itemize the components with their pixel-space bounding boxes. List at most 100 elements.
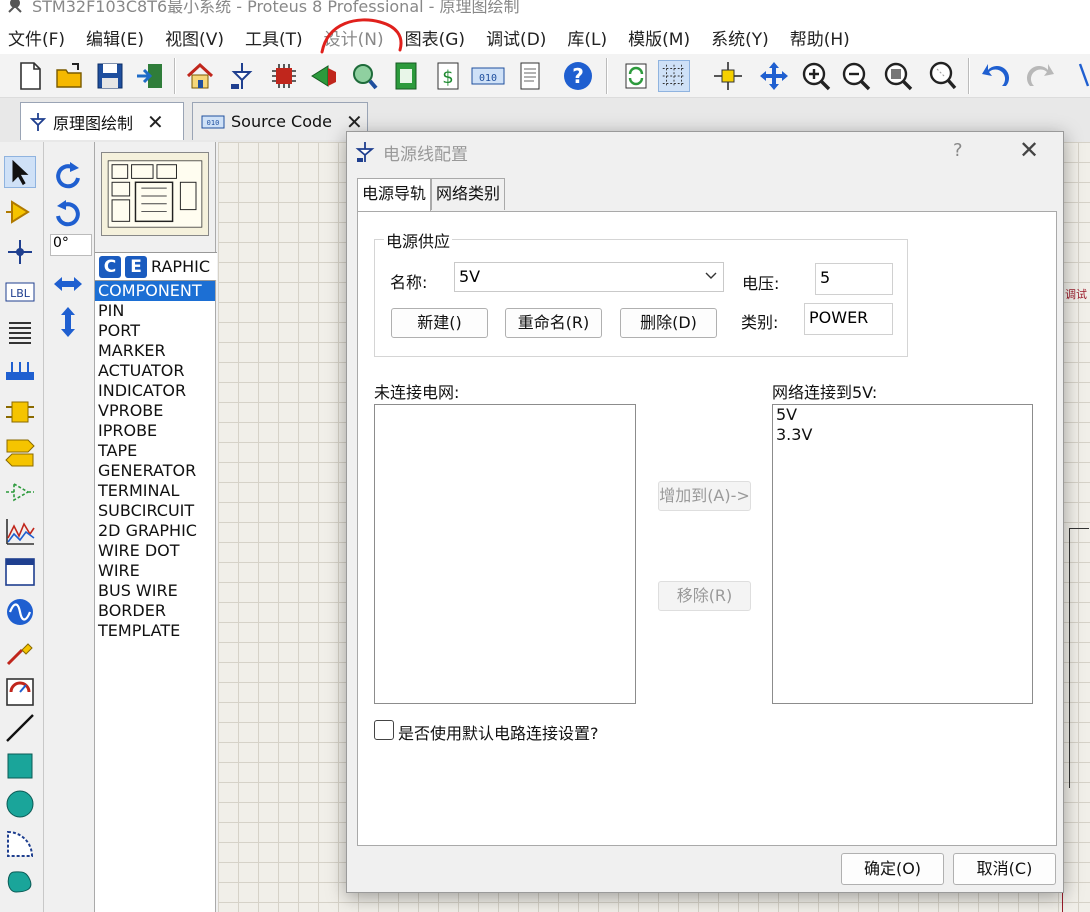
unconnected-nets-list[interactable] bbox=[374, 404, 636, 704]
use-default-connection-checkbox[interactable] bbox=[374, 720, 394, 740]
home-icon[interactable] bbox=[184, 60, 216, 92]
undo-icon[interactable] bbox=[980, 60, 1012, 92]
net-list-item[interactable]: 5V bbox=[773, 405, 1032, 425]
tab-source-code[interactable]: 010 Source Code ✕ bbox=[192, 102, 368, 140]
help-question-icon[interactable]: ? bbox=[953, 140, 963, 161]
object-list-item[interactable]: BUS WIRE bbox=[95, 581, 215, 601]
open-folder-icon[interactable] bbox=[54, 60, 86, 92]
delete-supply-button[interactable]: 删除(D) bbox=[620, 308, 717, 338]
menu-system[interactable]: 系统(Y) bbox=[711, 25, 769, 50]
terminal-icon[interactable] bbox=[4, 436, 36, 468]
mirror-vertical-icon[interactable] bbox=[52, 306, 84, 338]
supply-name-select[interactable]: 5V bbox=[454, 262, 724, 292]
object-list-item[interactable]: BORDER bbox=[95, 601, 215, 621]
menu-debug[interactable]: 调试(D) bbox=[486, 25, 546, 50]
rename-supply-button[interactable]: 重命名(R) bbox=[505, 308, 602, 338]
generator-icon[interactable] bbox=[4, 596, 36, 628]
rotation-angle-field[interactable]: 0° bbox=[50, 234, 92, 256]
object-list-item[interactable]: GENERATOR bbox=[95, 461, 215, 481]
zoom-all-icon[interactable] bbox=[882, 60, 914, 92]
object-list-item[interactable]: INDICATOR bbox=[95, 381, 215, 401]
menu-help[interactable]: 帮助(H) bbox=[790, 25, 850, 50]
origin-icon[interactable] bbox=[712, 60, 744, 92]
connected-nets-list[interactable]: 5V 3.3V bbox=[772, 404, 1033, 704]
graph-icon[interactable] bbox=[4, 516, 36, 548]
cancel-button[interactable]: 取消(C) bbox=[953, 853, 1056, 885]
close-icon[interactable]: ✕ bbox=[1019, 136, 1039, 164]
gerber-icon[interactable] bbox=[348, 60, 380, 92]
object-list-item[interactable]: MARKER bbox=[95, 341, 215, 361]
object-list-item[interactable]: TERMINAL bbox=[95, 481, 215, 501]
tab-schematic[interactable]: 原理图绘制 ✕ bbox=[20, 102, 184, 140]
design-explorer-icon[interactable] bbox=[390, 60, 422, 92]
ok-button[interactable]: 确定(O) bbox=[841, 853, 944, 885]
device-pin-icon[interactable] bbox=[4, 476, 36, 508]
source-code-icon[interactable]: 010 bbox=[470, 60, 506, 92]
junction-dot-icon[interactable] bbox=[4, 236, 36, 268]
zoom-area-icon[interactable] bbox=[926, 60, 958, 92]
help-icon[interactable]: ? bbox=[562, 60, 594, 92]
tab-power-rails[interactable]: 电源导轨 bbox=[357, 178, 432, 212]
add-to-button[interactable]: 增加到(A)-> bbox=[658, 481, 751, 511]
pick-devices-button[interactable]: C bbox=[99, 255, 121, 278]
grid-icon[interactable] bbox=[658, 60, 690, 92]
cut-icon[interactable] bbox=[1070, 60, 1090, 92]
menu-graph[interactable]: 图表(G) bbox=[405, 25, 465, 50]
import-icon[interactable] bbox=[134, 60, 166, 92]
closed-path-icon[interactable] bbox=[4, 866, 36, 898]
object-list-item[interactable]: TAPE bbox=[95, 441, 215, 461]
voltage-input[interactable]: 5 bbox=[815, 263, 893, 295]
mirror-horizontal-icon[interactable] bbox=[52, 268, 84, 300]
close-icon[interactable]: ✕ bbox=[346, 110, 363, 134]
object-list-item[interactable]: WIRE bbox=[95, 561, 215, 581]
save-icon[interactable] bbox=[94, 60, 126, 92]
overview-preview[interactable] bbox=[101, 152, 209, 236]
library-manager-button[interactable]: E bbox=[125, 255, 147, 278]
object-list-item[interactable]: IPROBE bbox=[95, 421, 215, 441]
new-file-icon[interactable] bbox=[14, 60, 46, 92]
virtual-instrument-icon[interactable] bbox=[4, 676, 36, 708]
object-list-item[interactable]: VPROBE bbox=[95, 401, 215, 421]
active-popup-icon[interactable] bbox=[4, 556, 36, 588]
menu-design[interactable]: 设计(N) bbox=[324, 25, 384, 50]
object-list-item[interactable]: SUBCIRCUIT bbox=[95, 501, 215, 521]
circle-icon[interactable] bbox=[4, 788, 36, 820]
close-icon[interactable]: ✕ bbox=[147, 110, 164, 134]
schematic-icon[interactable] bbox=[226, 60, 258, 92]
pcb-icon[interactable] bbox=[268, 60, 300, 92]
bus-icon[interactable] bbox=[4, 356, 36, 388]
notes-icon[interactable] bbox=[514, 60, 546, 92]
class-input[interactable]: POWER bbox=[804, 303, 893, 335]
component-mode-icon[interactable] bbox=[4, 196, 36, 228]
new-supply-button[interactable]: 新建() bbox=[391, 308, 488, 338]
box-icon[interactable] bbox=[4, 750, 36, 782]
redo-icon[interactable] bbox=[1024, 60, 1056, 92]
object-list-item[interactable]: TEMPLATE bbox=[95, 621, 215, 641]
menu-view[interactable]: 视图(V) bbox=[165, 25, 224, 50]
menu-template[interactable]: 模版(M) bbox=[628, 25, 690, 50]
net-list-item[interactable]: 3.3V bbox=[773, 425, 1032, 445]
object-list-item[interactable]: 2D GRAPHIC bbox=[95, 521, 215, 541]
wire-label-icon[interactable]: LBL bbox=[4, 276, 36, 308]
remove-button[interactable]: 移除(R) bbox=[658, 581, 751, 611]
refresh-icon[interactable] bbox=[620, 60, 652, 92]
menu-file[interactable]: 文件(F) bbox=[8, 25, 65, 50]
object-list-item[interactable]: PORT bbox=[95, 321, 215, 341]
object-list-item[interactable]: PIN bbox=[95, 301, 215, 321]
3d-viewer-icon[interactable] bbox=[308, 60, 340, 92]
rotate-clockwise-icon[interactable] bbox=[52, 160, 84, 192]
arc-icon[interactable] bbox=[4, 828, 36, 860]
pan-icon[interactable] bbox=[758, 60, 790, 92]
object-list-item[interactable]: ACTUATOR bbox=[95, 361, 215, 381]
tab-net-classes[interactable]: 网络类别 bbox=[431, 178, 506, 210]
selection-mode-icon[interactable] bbox=[4, 156, 36, 188]
zoom-in-icon[interactable] bbox=[800, 60, 832, 92]
probe-icon[interactable] bbox=[4, 636, 36, 668]
text-script-icon[interactable] bbox=[4, 316, 36, 348]
menu-edit[interactable]: 编辑(E) bbox=[86, 25, 144, 50]
menu-tools[interactable]: 工具(T) bbox=[245, 25, 303, 50]
line-icon[interactable] bbox=[4, 712, 36, 744]
object-list-item[interactable]: COMPONENT bbox=[95, 281, 215, 301]
subcircuit-icon[interactable] bbox=[4, 396, 36, 428]
object-list-item[interactable]: WIRE DOT bbox=[95, 541, 215, 561]
